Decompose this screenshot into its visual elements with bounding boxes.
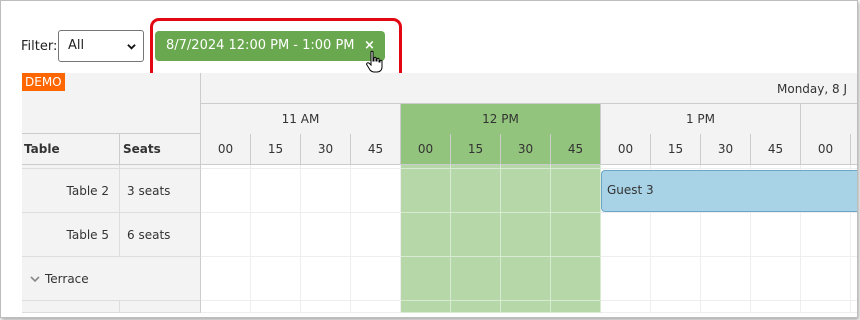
hand-cursor-icon (366, 50, 383, 73)
minute-header: 30 (501, 134, 551, 165)
grid-cell[interactable] (401, 213, 451, 257)
minute-header: 30 (701, 134, 751, 165)
minute-header (851, 134, 857, 165)
grid-cell[interactable] (201, 213, 251, 257)
date-header-label: Monday, 8 J (777, 82, 847, 96)
grid-cell[interactable] (451, 169, 501, 213)
row-table-name: Table 5 (66, 227, 109, 242)
row-header-seats: 6 seats (120, 213, 201, 257)
grid-cell[interactable] (851, 213, 857, 257)
grid-cell[interactable] (651, 213, 701, 257)
grid-cell[interactable] (251, 301, 301, 313)
scheduler-grid: DEMO Table Seats Monday, 8 J 11 AM 12 PM… (22, 73, 857, 313)
grid-cell[interactable] (801, 301, 851, 313)
grid-cell[interactable] (751, 301, 801, 313)
hour-header: 12 PM (401, 104, 601, 135)
minute-header: 15 (451, 134, 501, 165)
column-header-seats-label: Seats (123, 142, 161, 156)
grid-cell[interactable] (401, 301, 451, 313)
minute-header: 00 (401, 134, 451, 165)
filter-select[interactable]: All (58, 30, 144, 62)
grid-cell[interactable] (701, 257, 751, 301)
column-header-table: Table (22, 134, 120, 165)
chevron-down-icon[interactable] (30, 274, 40, 284)
minute-header: 15 (251, 134, 301, 165)
chevron-down-icon (127, 44, 136, 50)
grid-cell[interactable] (701, 213, 751, 257)
grid-cell[interactable] (551, 213, 601, 257)
minute-header: 00 (801, 134, 851, 165)
grid-cell[interactable] (601, 301, 651, 313)
grid-cell[interactable] (351, 257, 401, 301)
minute-header: 45 (551, 134, 601, 165)
grid-cell[interactable] (451, 301, 501, 313)
grid-cell[interactable] (851, 301, 857, 313)
grid-cell[interactable] (601, 257, 651, 301)
row-header-partial (22, 301, 120, 313)
grid-cell[interactable] (851, 257, 857, 301)
grid-cell[interactable] (601, 213, 651, 257)
row-seats: 3 seats (127, 183, 171, 198)
grid-cell[interactable] (301, 301, 351, 313)
grid-cell[interactable] (651, 257, 701, 301)
row-header-table[interactable]: Table 2 (22, 169, 120, 213)
hour-header: 11 AM (201, 104, 401, 135)
grid-cell[interactable] (451, 213, 501, 257)
minute-header: 15 (651, 134, 701, 165)
minute-header: 00 (601, 134, 651, 165)
grid-cell[interactable] (201, 169, 251, 213)
grid-cell[interactable] (401, 169, 451, 213)
grid-cell[interactable] (501, 213, 551, 257)
row-seats: 6 seats (127, 227, 171, 242)
row-header-partial (120, 301, 201, 313)
event-block[interactable]: Guest 3 (601, 170, 857, 212)
grid-cell[interactable] (351, 213, 401, 257)
group-header-terrace[interactable]: Terrace (22, 257, 201, 301)
grid-cell[interactable] (201, 301, 251, 313)
minute-header: 30 (301, 134, 351, 165)
column-header-seats: Seats (120, 134, 201, 165)
minute-header: 00 (201, 134, 251, 165)
grid-cell[interactable] (751, 213, 801, 257)
column-header-table-label: Table (24, 142, 60, 156)
hour-header: 1 PM (601, 104, 801, 135)
event-label: Guest 3 (607, 183, 654, 197)
filter-selected-value: All (68, 38, 85, 53)
grid-cell[interactable] (451, 257, 501, 301)
filter-label: Filter: (21, 39, 58, 54)
grid-cell[interactable] (401, 257, 451, 301)
grid-cell[interactable] (301, 257, 351, 301)
row-header-seats: 3 seats (120, 169, 201, 213)
grid-cell[interactable] (501, 301, 551, 313)
hour-header (801, 104, 857, 135)
demo-badge: DEMO (22, 73, 65, 91)
grid-cell[interactable] (301, 213, 351, 257)
grid-cell[interactable] (351, 301, 401, 313)
grid-cell[interactable] (801, 257, 851, 301)
minute-header: 45 (351, 134, 401, 165)
grid-cell[interactable] (301, 169, 351, 213)
row-table-name: Table 2 (66, 183, 109, 198)
group-name: Terrace (45, 271, 89, 286)
grid-cell[interactable] (751, 257, 801, 301)
row-header-table[interactable]: Table 5 (22, 213, 120, 257)
grid-cell[interactable] (701, 301, 751, 313)
grid-cell[interactable] (251, 169, 301, 213)
grid-cell[interactable] (351, 169, 401, 213)
minute-header: 45 (751, 134, 801, 165)
grid-cell[interactable] (251, 213, 301, 257)
grid-cell[interactable] (651, 301, 701, 313)
date-header: Monday, 8 J (201, 73, 857, 104)
grid-cell[interactable] (551, 301, 601, 313)
grid-cell[interactable] (551, 257, 601, 301)
grid-cell[interactable] (251, 257, 301, 301)
grid-cell[interactable] (501, 169, 551, 213)
grid-cell[interactable] (201, 257, 251, 301)
grid-cell[interactable] (551, 169, 601, 213)
grid-cell[interactable] (501, 257, 551, 301)
grid-cell[interactable] (801, 213, 851, 257)
scheduler-frame: Filter: All 8/7/2024 12:00 PM - 1:00 PM … (0, 0, 858, 318)
